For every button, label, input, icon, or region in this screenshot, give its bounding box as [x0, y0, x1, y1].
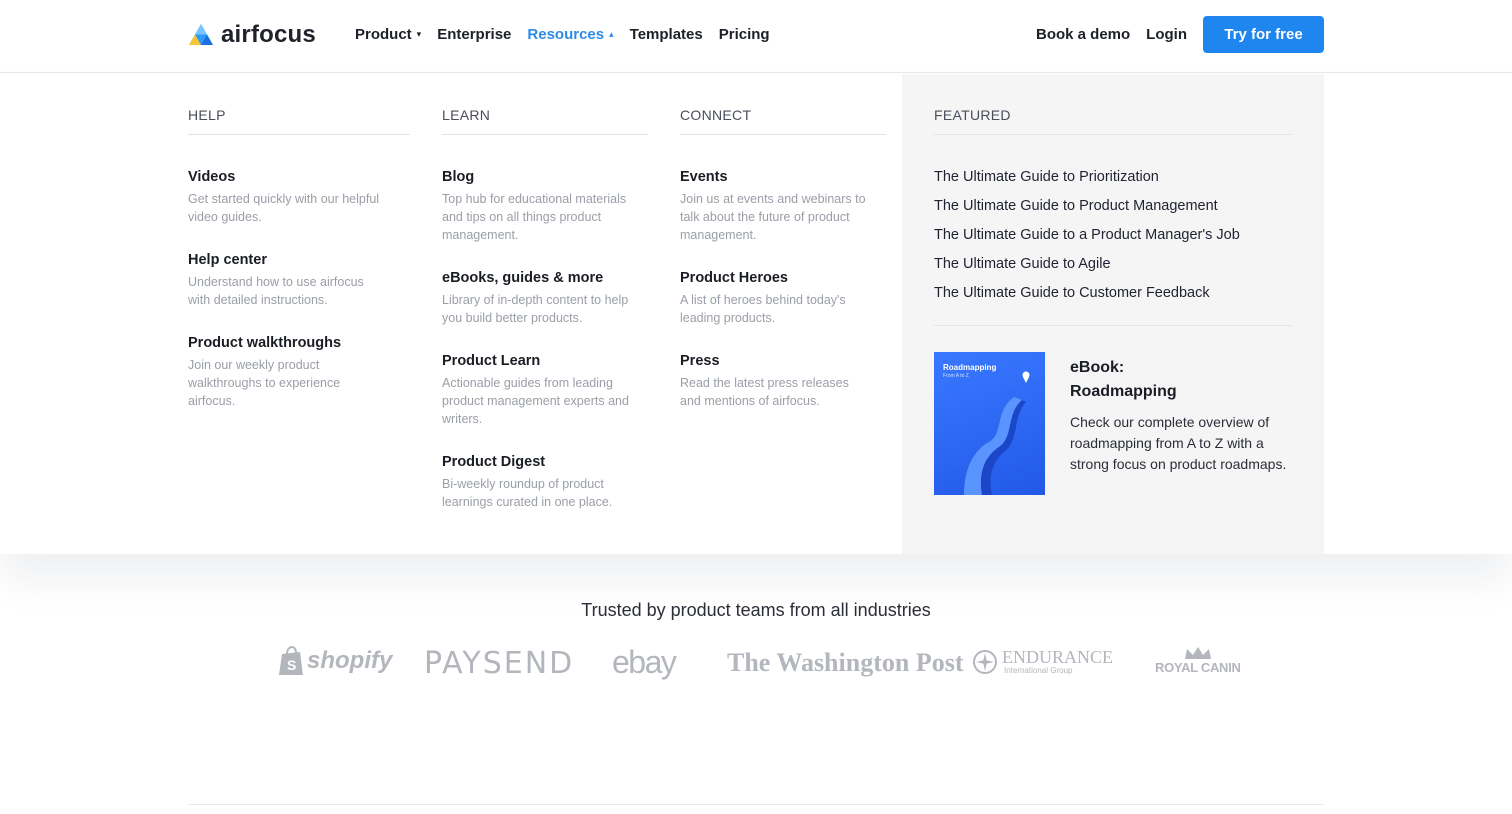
endurance-wordmark: ENDURANCE — [1002, 647, 1113, 667]
nav-templates-label: Templates — [629, 26, 703, 43]
endurance-subtitle: International Group — [1004, 666, 1073, 675]
chevron-up-icon: ▴ — [609, 29, 614, 39]
chevron-down-icon: ▾ — [416, 29, 422, 39]
paysend-logo: PAYSEND — [424, 646, 575, 681]
ebay-logo: ebay — [612, 644, 677, 680]
site-header: airfocus Product ▾ Enterprise Resources … — [0, 0, 1512, 73]
menu-item-product-digest[interactable]: Product Digest Bi-weekly roundup of prod… — [442, 454, 632, 511]
trusted-heading: Trusted by product teams from all indust… — [581, 600, 931, 620]
menu-item-desc: A list of heroes behind today's leading … — [680, 293, 846, 325]
menu-item-press[interactable]: Press Read the latest press releases and… — [680, 353, 865, 410]
connect-column: CONNECT Events Join us at events and web… — [680, 107, 886, 408]
compass-icon — [973, 649, 997, 674]
menu-item-title: Blog — [442, 169, 475, 185]
menu-item-desc: Top hub for educational materials and ti… — [442, 192, 627, 242]
try-for-free-button[interactable]: Try for free — [1203, 16, 1324, 53]
featured-link-prioritization[interactable]: The Ultimate Guide to Prioritization — [934, 169, 1159, 185]
menu-item-title: Product Heroes — [680, 270, 788, 286]
menu-item-title: Product walkthroughs — [188, 335, 342, 351]
menu-item-title: Product Learn — [442, 353, 541, 369]
menu-item-product-learn[interactable]: Product Learn Actionable guides from lea… — [442, 353, 632, 428]
featured-link-customer-feedback[interactable]: The Ultimate Guide to Customer Feedback — [934, 285, 1210, 301]
menu-item-desc: Actionable guides from leading product m… — [442, 376, 629, 426]
ebook-title-line2: Roadmapping — [1070, 383, 1177, 400]
nav-pricing[interactable]: Pricing — [719, 26, 770, 43]
menu-item-videos[interactable]: Videos Get started quickly with our help… — [188, 169, 403, 226]
menu-item-desc: Get started quickly with our helpful vid… — [188, 192, 380, 224]
shopify-logo: S shopify — [278, 646, 392, 676]
nav-product[interactable]: Product ▾ — [355, 26, 421, 43]
menu-item-title: Help center — [188, 252, 267, 268]
nav-resources[interactable]: Resources ▴ — [527, 26, 613, 43]
menu-item-title: Product Digest — [442, 454, 546, 470]
learn-column: LEARN Blog Top hub for educational mater… — [442, 107, 648, 509]
nav-templates[interactable]: Templates — [630, 26, 703, 43]
menu-item-blog[interactable]: Blog Top hub for educational materials a… — [442, 169, 642, 244]
washington-post-logo: The Washington Post — [727, 648, 964, 677]
menu-item-title: Videos — [188, 169, 236, 185]
learn-column-title: LEARN — [442, 107, 648, 135]
svg-text:S: S — [287, 657, 296, 673]
main-nav: Product ▾ Enterprise Resources ▴ Templat… — [355, 26, 770, 43]
featured-link-product-management[interactable]: The Ultimate Guide to Product Management — [934, 198, 1218, 214]
royal-canin-wordmark: ROYAL CANIN — [1155, 660, 1241, 675]
menu-item-desc: Library of in-depth content to help you … — [442, 293, 629, 325]
book-demo-link[interactable]: Book a demo — [1036, 16, 1130, 53]
menu-item-events[interactable]: Events Join us at events and webinars to… — [680, 169, 880, 244]
endurance-logo: ENDURANCE International Group — [972, 648, 1113, 675]
nav-pricing-label: Pricing — [718, 26, 770, 43]
header-actions: Book a demo Login Try for free — [1036, 16, 1324, 53]
featured-column-title: FEATURED — [934, 107, 1292, 135]
ebook-description: Check our complete overview of roadmappi… — [1070, 414, 1287, 472]
ebook-title-line1: eBook: — [1070, 359, 1125, 376]
nav-enterprise[interactable]: Enterprise — [437, 26, 511, 43]
logo-text: airfocus — [221, 21, 316, 48]
airfocus-logo[interactable]: airfocus — [188, 21, 316, 49]
featured-link-product-manager-job[interactable]: The Ultimate Guide to a Product Manager'… — [934, 227, 1240, 243]
menu-item-title: Events — [680, 169, 728, 185]
ebook-card[interactable]: eBook: Roadmapping Check our complete ov… — [1070, 356, 1290, 475]
section-divider — [188, 804, 1324, 805]
shopify-bag-icon: S — [279, 646, 303, 675]
resources-mega-menu: HELP Videos Get started quickly with our… — [0, 74, 1512, 554]
featured-link-agile[interactable]: The Ultimate Guide to Agile — [934, 256, 1111, 272]
nav-enterprise-label: Enterprise — [437, 26, 512, 43]
nav-product-label: Product — [355, 26, 412, 43]
connect-column-title: CONNECT — [680, 107, 886, 135]
featured-column: FEATURED The Ultimate Guide to Prioritiz… — [934, 107, 1292, 495]
help-column-title: HELP — [188, 107, 410, 135]
featured-divider — [934, 325, 1292, 326]
menu-item-title: eBooks, guides & more — [442, 270, 604, 286]
ebook-cover-image[interactable]: Roadmapping From A to Z — [934, 352, 1045, 495]
menu-item-help-center[interactable]: Help center Understand how to use airfoc… — [188, 252, 388, 309]
menu-item-product-walkthroughs[interactable]: Product walkthroughs Join our weekly pro… — [188, 335, 378, 410]
menu-item-desc: Understand how to use airfocus with deta… — [188, 275, 364, 307]
airfocus-logo-icon — [189, 24, 213, 45]
ebook-title: eBook: Roadmapping — [1070, 356, 1290, 404]
menu-item-ebooks[interactable]: eBooks, guides & more Library of in-dept… — [442, 270, 632, 327]
menu-item-desc: Join our weekly product walkthroughs to … — [188, 358, 341, 408]
menu-item-desc: Join us at events and webinars to talk a… — [680, 192, 866, 242]
road-illustration-icon — [964, 371, 1030, 495]
shopify-wordmark: shopify — [307, 647, 393, 674]
menu-item-desc: Bi-weekly roundup of product learnings c… — [442, 477, 613, 509]
royal-canin-logo: ROYAL CANIN — [1155, 646, 1241, 675]
help-column: HELP Videos Get started quickly with our… — [188, 107, 410, 408]
crown-icon — [1184, 647, 1211, 659]
nav-resources-label: Resources — [527, 26, 605, 43]
menu-item-desc: Read the latest press releases and menti… — [680, 376, 849, 408]
customer-logos: S shopify PAYSEND ebay The Washington Po… — [0, 644, 1512, 684]
login-link[interactable]: Login — [1146, 16, 1187, 53]
menu-item-product-heroes[interactable]: Product Heroes A list of heroes behind t… — [680, 270, 865, 327]
menu-item-title: Press — [680, 353, 720, 369]
